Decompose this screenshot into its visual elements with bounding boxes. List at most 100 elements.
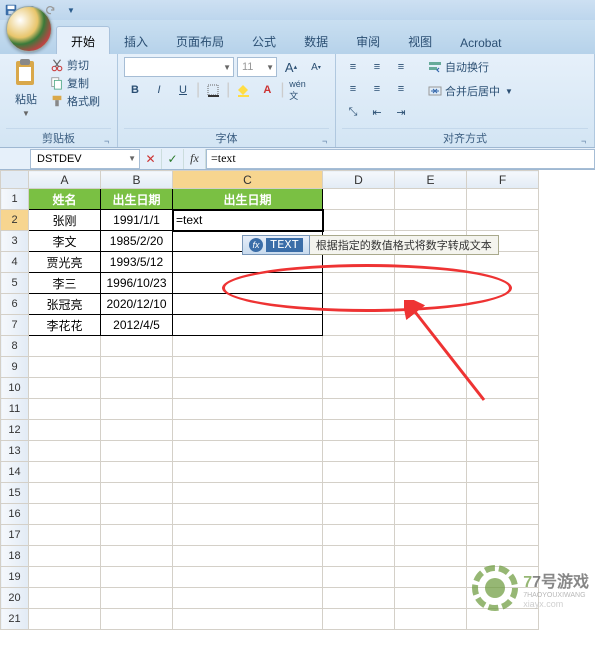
cell[interactable]	[323, 609, 395, 630]
row-header[interactable]: 20	[1, 588, 29, 609]
cell[interactable]	[173, 588, 323, 609]
cell[interactable]	[467, 294, 539, 315]
shrink-font-button[interactable]: A▾	[305, 57, 327, 77]
cell[interactable]	[323, 315, 395, 336]
cell[interactable]	[173, 609, 323, 630]
align-top-button[interactable]: ≡	[342, 57, 364, 77]
fill-color-button[interactable]	[232, 80, 254, 100]
cell[interactable]	[467, 210, 539, 231]
cell[interactable]	[323, 525, 395, 546]
cell[interactable]	[101, 357, 173, 378]
active-cell[interactable]: =text	[173, 210, 323, 231]
cut-button[interactable]: 剪切	[50, 57, 100, 73]
tab-view[interactable]: 视图	[394, 27, 446, 54]
cell[interactable]	[173, 462, 323, 483]
cell[interactable]	[323, 567, 395, 588]
row-header[interactable]: 10	[1, 378, 29, 399]
cell[interactable]	[395, 378, 467, 399]
cell[interactable]	[29, 567, 101, 588]
cell[interactable]	[395, 399, 467, 420]
cell[interactable]	[29, 420, 101, 441]
cell[interactable]	[395, 609, 467, 630]
row-header[interactable]: 19	[1, 567, 29, 588]
font-family-combo[interactable]: ▼	[124, 57, 234, 77]
cell[interactable]	[173, 483, 323, 504]
row-header[interactable]: 11	[1, 399, 29, 420]
cell[interactable]	[101, 420, 173, 441]
row-header[interactable]: 12	[1, 420, 29, 441]
cell[interactable]	[29, 483, 101, 504]
cell[interactable]	[395, 546, 467, 567]
cell[interactable]	[173, 315, 323, 336]
cell[interactable]	[467, 441, 539, 462]
cell[interactable]	[323, 462, 395, 483]
cell[interactable]: 2012/4/5	[101, 315, 173, 336]
align-bottom-button[interactable]: ≡	[390, 57, 412, 77]
tab-insert[interactable]: 插入	[110, 27, 162, 54]
tab-data[interactable]: 数据	[290, 27, 342, 54]
qat-dropdown-icon[interactable]: ▼	[62, 1, 80, 19]
cell[interactable]: 贾光亮	[29, 252, 101, 273]
cell[interactable]	[323, 588, 395, 609]
cell[interactable]	[395, 567, 467, 588]
font-size-combo[interactable]: 11 ▼	[237, 57, 277, 77]
format-painter-button[interactable]: 格式刷	[50, 93, 100, 109]
tab-page-layout[interactable]: 页面布局	[162, 27, 238, 54]
row-header[interactable]: 5	[1, 273, 29, 294]
align-center-button[interactable]: ≡	[366, 79, 388, 99]
cell[interactable]	[467, 357, 539, 378]
decrease-indent-button[interactable]: ⇤	[366, 102, 388, 122]
cell[interactable]	[395, 357, 467, 378]
cell[interactable]: 1996/10/23	[101, 273, 173, 294]
cell[interactable]	[395, 462, 467, 483]
merge-center-button[interactable]: 合并后居中 ▼	[424, 81, 517, 101]
cell[interactable]	[323, 546, 395, 567]
cell[interactable]	[323, 483, 395, 504]
cell[interactable]: 出生日期	[173, 189, 323, 210]
cell[interactable]	[29, 336, 101, 357]
cell[interactable]	[29, 378, 101, 399]
cell[interactable]: 李花花	[29, 315, 101, 336]
wrap-text-button[interactable]: 自动换行	[424, 57, 517, 77]
row-header[interactable]: 1	[1, 189, 29, 210]
cell[interactable]	[467, 273, 539, 294]
select-all-corner[interactable]	[1, 171, 29, 189]
cell[interactable]	[323, 378, 395, 399]
increase-indent-button[interactable]: ⇥	[390, 102, 412, 122]
cell[interactable]: 1985/2/20	[101, 231, 173, 252]
cell[interactable]	[323, 336, 395, 357]
row-header[interactable]: 7	[1, 315, 29, 336]
cell[interactable]	[323, 210, 395, 231]
cell[interactable]	[323, 441, 395, 462]
cell[interactable]: 1991/1/1	[101, 210, 173, 231]
formula-input[interactable]	[206, 149, 595, 169]
cancel-button[interactable]: ✕	[140, 149, 162, 169]
cell[interactable]	[173, 336, 323, 357]
row-header[interactable]: 3	[1, 231, 29, 252]
cell[interactable]	[395, 336, 467, 357]
cell[interactable]	[173, 567, 323, 588]
row-header[interactable]: 4	[1, 252, 29, 273]
cell[interactable]	[323, 357, 395, 378]
col-header-d[interactable]: D	[323, 171, 395, 189]
cell[interactable]	[395, 420, 467, 441]
cell[interactable]	[29, 441, 101, 462]
cell[interactable]: 出生日期	[101, 189, 173, 210]
row-header[interactable]: 9	[1, 357, 29, 378]
cell[interactable]	[467, 420, 539, 441]
cell[interactable]	[101, 588, 173, 609]
cell[interactable]	[173, 546, 323, 567]
italic-button[interactable]: I	[148, 80, 170, 100]
cell[interactable]	[101, 609, 173, 630]
col-header-b[interactable]: B	[101, 171, 173, 189]
row-header[interactable]: 17	[1, 525, 29, 546]
col-header-c[interactable]: C	[173, 171, 323, 189]
cell[interactable]	[29, 609, 101, 630]
cell[interactable]: 姓名	[29, 189, 101, 210]
tab-acrobat[interactable]: Acrobat	[446, 30, 515, 54]
cell[interactable]	[323, 273, 395, 294]
cell[interactable]	[395, 483, 467, 504]
cell[interactable]	[467, 336, 539, 357]
col-header-f[interactable]: F	[467, 171, 539, 189]
cell[interactable]	[323, 399, 395, 420]
